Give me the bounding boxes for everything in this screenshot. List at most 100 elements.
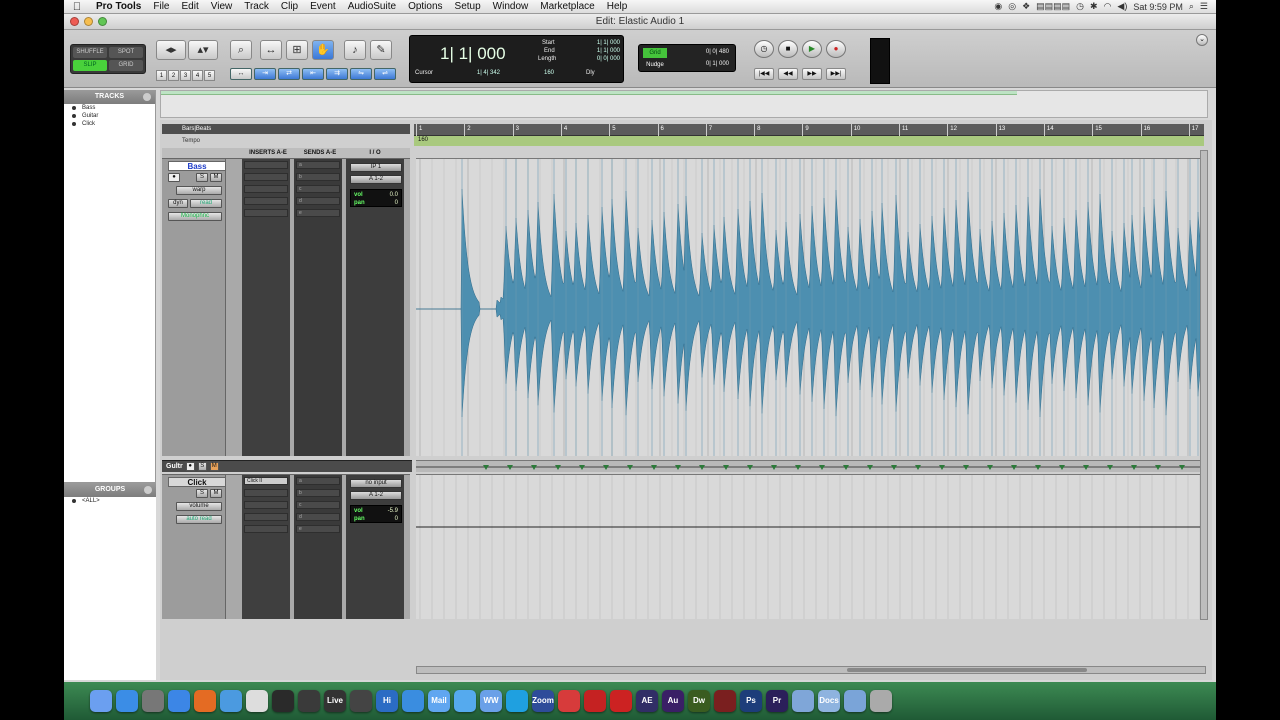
zoom-preset-3[interactable]: 3 — [180, 70, 191, 81]
dock-pr-icon[interactable]: Pr — [766, 690, 788, 712]
menu-help[interactable]: Help — [601, 1, 634, 12]
online-icon[interactable]: ◷ — [754, 40, 774, 58]
guitar-solo-button[interactable]: S — [197, 462, 207, 471]
menu-view[interactable]: View — [205, 1, 239, 12]
dock-ww-icon[interactable]: WW — [480, 690, 502, 712]
track-list-item[interactable]: Guitar — [64, 112, 155, 120]
rewind-button[interactable]: ◀◀ — [778, 68, 798, 80]
insert-slot[interactable] — [244, 525, 288, 533]
bass-automation-mode[interactable]: read — [190, 199, 222, 208]
menu-pro-tools[interactable]: Pro Tools — [90, 1, 147, 12]
universe-view[interactable] — [160, 90, 1208, 118]
nudge-label[interactable]: Nudge — [643, 60, 667, 70]
dock-skype-icon[interactable] — [506, 690, 528, 712]
menu-window[interactable]: Window — [487, 1, 535, 12]
main-counter-value[interactable]: 1| 1| 000 — [440, 44, 506, 64]
click-vol-value[interactable]: -5.9 — [388, 507, 398, 515]
zoom-preset-4[interactable]: 4 — [192, 70, 203, 81]
menu-marketplace[interactable]: Marketplace — [534, 1, 600, 12]
dock-pro-tools-icon[interactable] — [350, 690, 372, 712]
zoom-preset-5[interactable]: 5 — [204, 70, 215, 81]
length-value[interactable]: 0| 0| 000 — [580, 56, 620, 62]
track-list-item[interactable]: Bass — [64, 104, 155, 112]
insert-slot[interactable] — [244, 489, 288, 497]
dock-steam-icon[interactable] — [272, 690, 294, 712]
dock-docs-icon[interactable]: Docs — [818, 690, 840, 712]
bass-vol-pan-display[interactable]: vol 0.0 pan 0 — [350, 189, 402, 207]
click-volume-automation[interactable] — [416, 475, 1206, 619]
zoom-preset-2[interactable]: 2 — [168, 70, 179, 81]
menu-event[interactable]: Event — [304, 1, 342, 12]
insert-slot[interactable] — [244, 513, 288, 521]
send-slot[interactable]: c — [296, 501, 340, 509]
spot-mode-button[interactable]: SPOT — [109, 47, 143, 58]
menu-setup[interactable]: Setup — [449, 1, 487, 12]
show-track-icon[interactable] — [72, 122, 76, 126]
bass-playlist[interactable] — [416, 158, 1206, 456]
bass-vol-value[interactable]: 0.0 — [390, 191, 398, 199]
click-input-selector[interactable]: no input — [350, 479, 402, 488]
selector-tool-icon[interactable]: ⊞ — [286, 40, 308, 60]
send-slot[interactable]: d — [296, 197, 340, 205]
click-track-name[interactable]: Click — [168, 477, 226, 487]
go-to-end-button[interactable]: ▶▶| — [826, 68, 846, 80]
dock-folder-icon[interactable] — [792, 690, 814, 712]
spotlight-search-icon[interactable]: ⌕ — [1189, 1, 1194, 12]
group-active-icon[interactable] — [72, 499, 76, 503]
bars-beats-ruler-label[interactable]: Bars|Beats — [162, 124, 410, 134]
automation-follows-icon[interactable]: ⇋ — [350, 68, 372, 80]
menu-edit[interactable]: Edit — [176, 1, 205, 12]
zoom-in-button[interactable]: ▴▾ — [188, 40, 218, 60]
track-list-item[interactable]: Click — [64, 120, 155, 128]
start-value[interactable]: 1| 1| 000 — [580, 40, 620, 46]
click-view-selector[interactable]: volume — [176, 502, 222, 511]
dock-filezilla-icon[interactable] — [584, 690, 606, 712]
guitar-track-name[interactable]: Gultr — [166, 463, 183, 470]
dock-au-icon[interactable]: Au — [662, 690, 684, 712]
dock-hi-icon[interactable]: Hi — [376, 690, 398, 712]
menu-track[interactable]: Track — [238, 1, 275, 12]
click-insert-plugin[interactable]: Click II — [244, 477, 288, 485]
horizontal-scrollbar[interactable] — [416, 666, 1206, 674]
tracks-options-icon[interactable] — [143, 93, 151, 101]
send-slot[interactable]: b — [296, 489, 340, 497]
toolbar-options-icon[interactable]: ⌄ — [1196, 34, 1208, 46]
send-slot[interactable]: a — [296, 477, 340, 485]
click-pan-value[interactable]: 0 — [395, 515, 398, 523]
zoomer-tool-icon[interactable]: ⌕ — [230, 40, 252, 60]
bass-pan-value[interactable]: 0 — [395, 199, 398, 207]
tempo-marker[interactable]: 160 — [418, 137, 428, 143]
wifi-icon[interactable]: ◠ — [1104, 1, 1112, 12]
bluetooth-icon[interactable]: ✱ — [1090, 1, 1098, 12]
grid-label[interactable]: Grid — [643, 48, 667, 58]
dock-ps-icon[interactable]: Ps — [740, 690, 762, 712]
bass-track-name[interactable]: Bass — [168, 161, 226, 171]
keyboard-focus-icon[interactable]: ⇌ — [374, 68, 396, 80]
tab-to-transient-icon[interactable]: ⇥ — [254, 68, 276, 80]
guitar-playlist[interactable] — [416, 460, 1206, 472]
dock-dropbox-icon[interactable] — [402, 690, 424, 712]
grid-mode-button[interactable]: GRID — [109, 60, 143, 71]
notification-center-icon[interactable]: ☰ — [1200, 1, 1208, 12]
click-automation-mode[interactable]: auto read — [176, 515, 222, 524]
grid-value[interactable]: 0| 0| 480 — [706, 49, 729, 55]
insert-slot[interactable] — [244, 501, 288, 509]
nudge-value[interactable]: 0| 1| 000 — [706, 61, 729, 67]
link-timeline-icon[interactable]: ↔ — [230, 68, 252, 80]
guitar-record-enable-icon[interactable]: ● — [185, 462, 195, 471]
guitar-audio-waveform[interactable] — [416, 461, 1206, 472]
dock-downloads-icon[interactable] — [844, 690, 866, 712]
stop-button[interactable]: ■ — [778, 40, 798, 58]
send-slot[interactable]: c — [296, 185, 340, 193]
bass-view-selector[interactable]: dyn — [168, 199, 188, 208]
group-list-item[interactable]: <ALL> — [64, 497, 156, 505]
bass-solo-button[interactable]: S — [196, 173, 208, 182]
insert-slot[interactable] — [244, 161, 288, 169]
insert-slot[interactable] — [244, 185, 288, 193]
trim-tool-icon[interactable]: ↔ — [260, 40, 282, 60]
dock-zoom-icon[interactable]: Zoom — [532, 690, 554, 712]
menu-audiosuite[interactable]: AudioSuite — [342, 1, 402, 12]
click-solo-button[interactable]: S — [196, 489, 208, 498]
end-value[interactable]: 1| 1| 000 — [580, 48, 620, 54]
bass-input-selector[interactable]: IP 1 — [350, 163, 402, 172]
